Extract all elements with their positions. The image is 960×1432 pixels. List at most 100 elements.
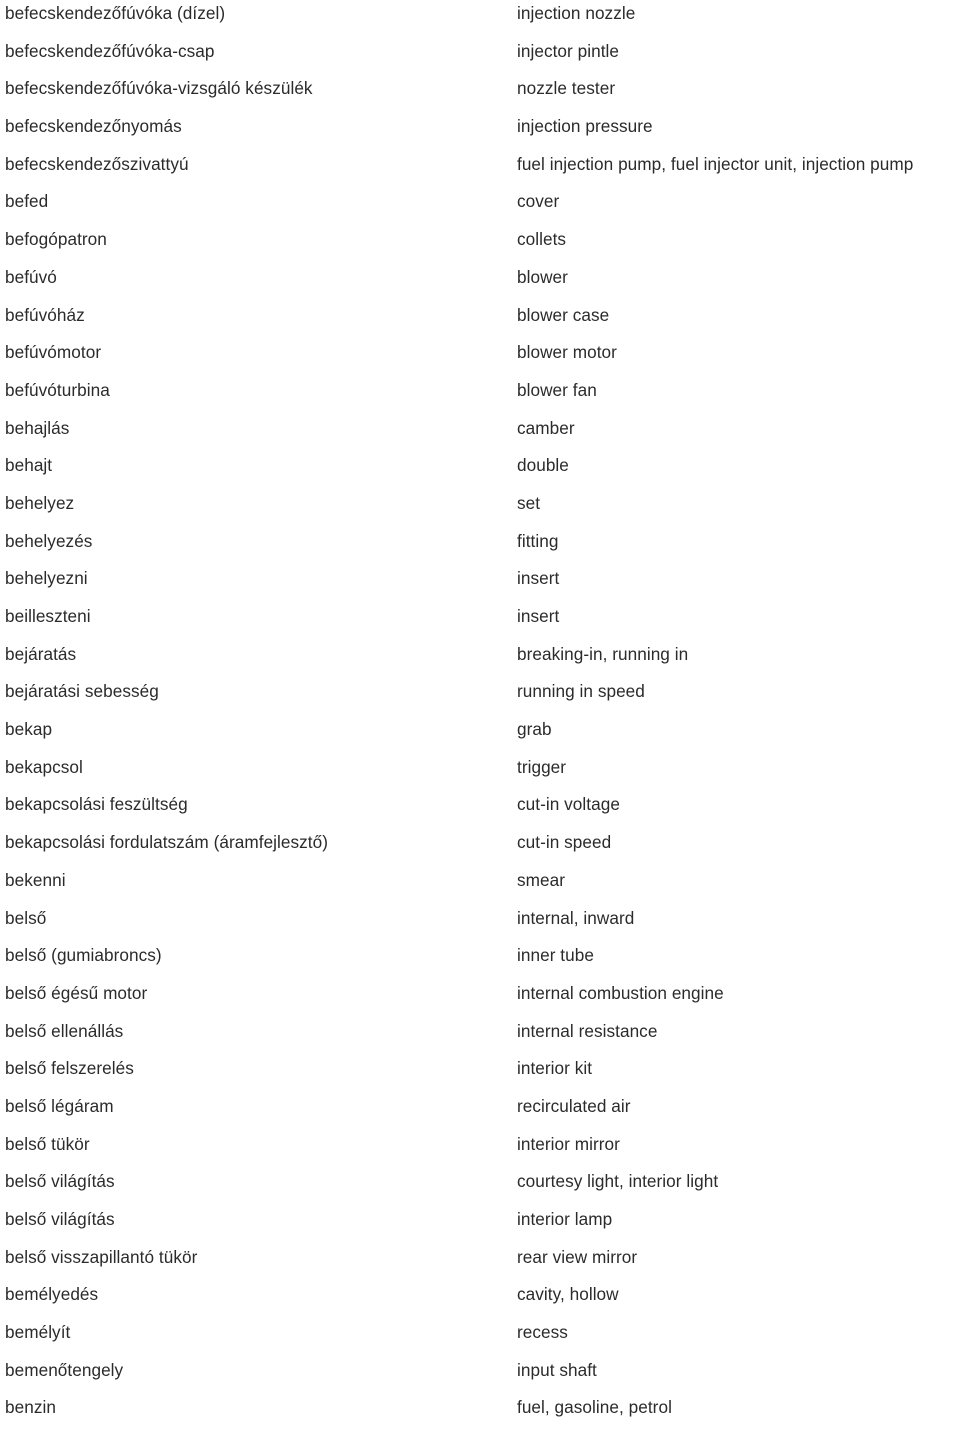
target-term: injection pressure [517,116,653,137]
glossary-entry-row: bemélyít recess [0,1319,960,1357]
target-term: fitting [517,530,559,551]
glossary-entry-row: behajt double [0,452,960,490]
target-term: insert [517,606,560,626]
target-term: insert [517,568,560,589]
target-term: interior lamp [517,1209,613,1229]
target-term: set [517,492,541,513]
glossary-entry-row: befed cover [0,188,960,226]
target-term: blower [517,266,568,287]
source-term: belső [5,907,47,928]
target-term: fuel, gasoline, petrol [517,1397,672,1418]
source-term: belső légáram [5,1095,114,1116]
target-term: fuel injection pump, fuel injector unit,… [517,153,914,174]
source-term: befúvóturbina [5,379,110,400]
target-term: input shaft [517,1359,597,1380]
target-term: injector pintle [517,40,620,61]
source-term: befecskendezőfúvóka-vizsgáló készülék [5,78,313,99]
glossary-entry-row: befogópatron collets [0,226,960,264]
glossary-entry-row: bekapcsolási fordulatszám (áramfejlesztő… [0,829,960,867]
glossary-entry-row: bekapcsolási feszültség cut-in voltage [0,791,960,829]
glossary-entry-row: belső égésű motor internal combustion eng… [0,980,960,1018]
glossary-entry-row: bekap grab [0,716,960,754]
source-term: befúvómotor [5,342,102,363]
source-term: befogópatron [5,229,107,250]
glossary-entry-row: behelyezés fitting [0,528,960,566]
target-term: nozzle tester [517,78,616,99]
source-term: befecskendezőfúvóka (dízel) [5,3,226,23]
source-term: belső visszapillantó tükör [5,1246,198,1267]
glossary-entry-list: befecskendezőfúvóka (dízel) injection noz… [0,0,960,1432]
glossary-entry-row: behelyezni insert [0,565,960,603]
target-term: double [517,455,569,476]
glossary-entry-row: belső tükör interior mirror [0,1131,960,1169]
source-term: bemélyedés [5,1284,99,1305]
glossary-entry-row: befecskendezőfúvóka (dízel) injection noz… [0,0,960,38]
glossary-entry-row: bejáratás breaking-in, running in [0,641,960,679]
target-term: collets [517,229,567,250]
target-term: cover [517,191,560,212]
glossary-entry-row: belső légáram recirculated air [0,1093,960,1131]
glossary-entry-row: bekenni smear [0,867,960,905]
source-term: bejáratási sebesség [5,681,159,702]
target-term: cut-in speed [517,832,612,853]
glossary-entry-row: benzin fuel, gasoline, petrol [0,1394,960,1432]
target-term: cavity, hollow [517,1284,619,1305]
target-term: inner tube [517,945,594,966]
target-term: recirculated air [517,1095,631,1116]
target-term: internal, inward [517,907,635,928]
glossary-entry-row: belső visszapillantó tükör rear view mirr… [0,1244,960,1282]
glossary-entry-row: befecskendezőfúvóka-vizsgáló készülék noz… [0,75,960,113]
source-term: belső világítás [5,1171,115,1192]
target-term: cut-in voltage [517,794,620,815]
source-term: belső felszerelés [5,1058,134,1079]
source-term: belső égésű motor [5,982,148,1003]
source-term: beilleszteni [5,606,91,626]
source-term: belső ellenállás [5,1020,124,1041]
source-term: befúvó [5,266,57,287]
glossary-entry-row: befecskendezőnyomás injection pressure [0,113,960,151]
target-term: trigger [517,756,567,777]
source-term: befecskendezőnyomás [5,116,182,137]
target-term: running in speed [517,681,645,702]
glossary-entry-row: belső felszerelés interior kit [0,1055,960,1093]
target-term: smear [517,869,566,890]
source-term: behelyezés [5,530,93,551]
source-term: bejáratás [5,643,77,664]
glossary-entry-row: beilleszteni insert [0,603,960,641]
target-term: rear view mirror [517,1246,638,1267]
glossary-entry-row: bemélyedés cavity, hollow [0,1281,960,1319]
glossary-entry-row: befecskendezőfúvóka-csap injector pintle [0,38,960,76]
source-term: bekapcsol [5,756,83,777]
target-term: camber [517,417,575,438]
source-term: befúvóház [5,304,85,325]
source-term: befed [5,191,49,212]
glossary-entry-row: bekapcsol trigger [0,754,960,792]
source-term: bekap [5,719,53,740]
source-term: bekapcsolási fordulatszám (áramfejlesztő… [5,832,329,853]
target-term: interior mirror [517,1133,620,1154]
glossary-entry-row: befecskendezőszivattyú fuel injection pum… [0,151,960,189]
target-term: interior kit [517,1058,593,1079]
glossary-entry-row: befúvómotor blower motor [0,339,960,377]
target-term: blower motor [517,342,617,363]
target-term: blower case [517,304,610,325]
target-term: grab [517,719,552,740]
glossary-entry-row: belső világítás interior lamp [0,1206,960,1244]
glossary-entry-row: belső (gumiabroncs) inner tube [0,942,960,980]
source-term: bekenni [5,869,66,890]
source-term: bemélyít [5,1322,71,1343]
source-term: belső (gumiabroncs) [5,945,162,966]
target-term: internal resistance [517,1020,658,1041]
glossary-entry-row: belső világítás courtesy light, interior … [0,1168,960,1206]
source-term: belső tükör [5,1133,90,1154]
source-term: behajlás [5,417,70,438]
source-term: bekapcsolási feszültség [5,794,188,815]
source-term: behelyezni [5,568,88,589]
glossary-entry-row: belső internal, inward [0,905,960,943]
source-term: befecskendezőszivattyú [5,153,189,174]
target-term: courtesy light, interior light [517,1171,719,1192]
target-term: recess [517,1322,568,1343]
glossary-entry-row: behajlás camber [0,415,960,453]
glossary-entry-row: behelyez set [0,490,960,528]
source-term: behajt [5,455,53,476]
